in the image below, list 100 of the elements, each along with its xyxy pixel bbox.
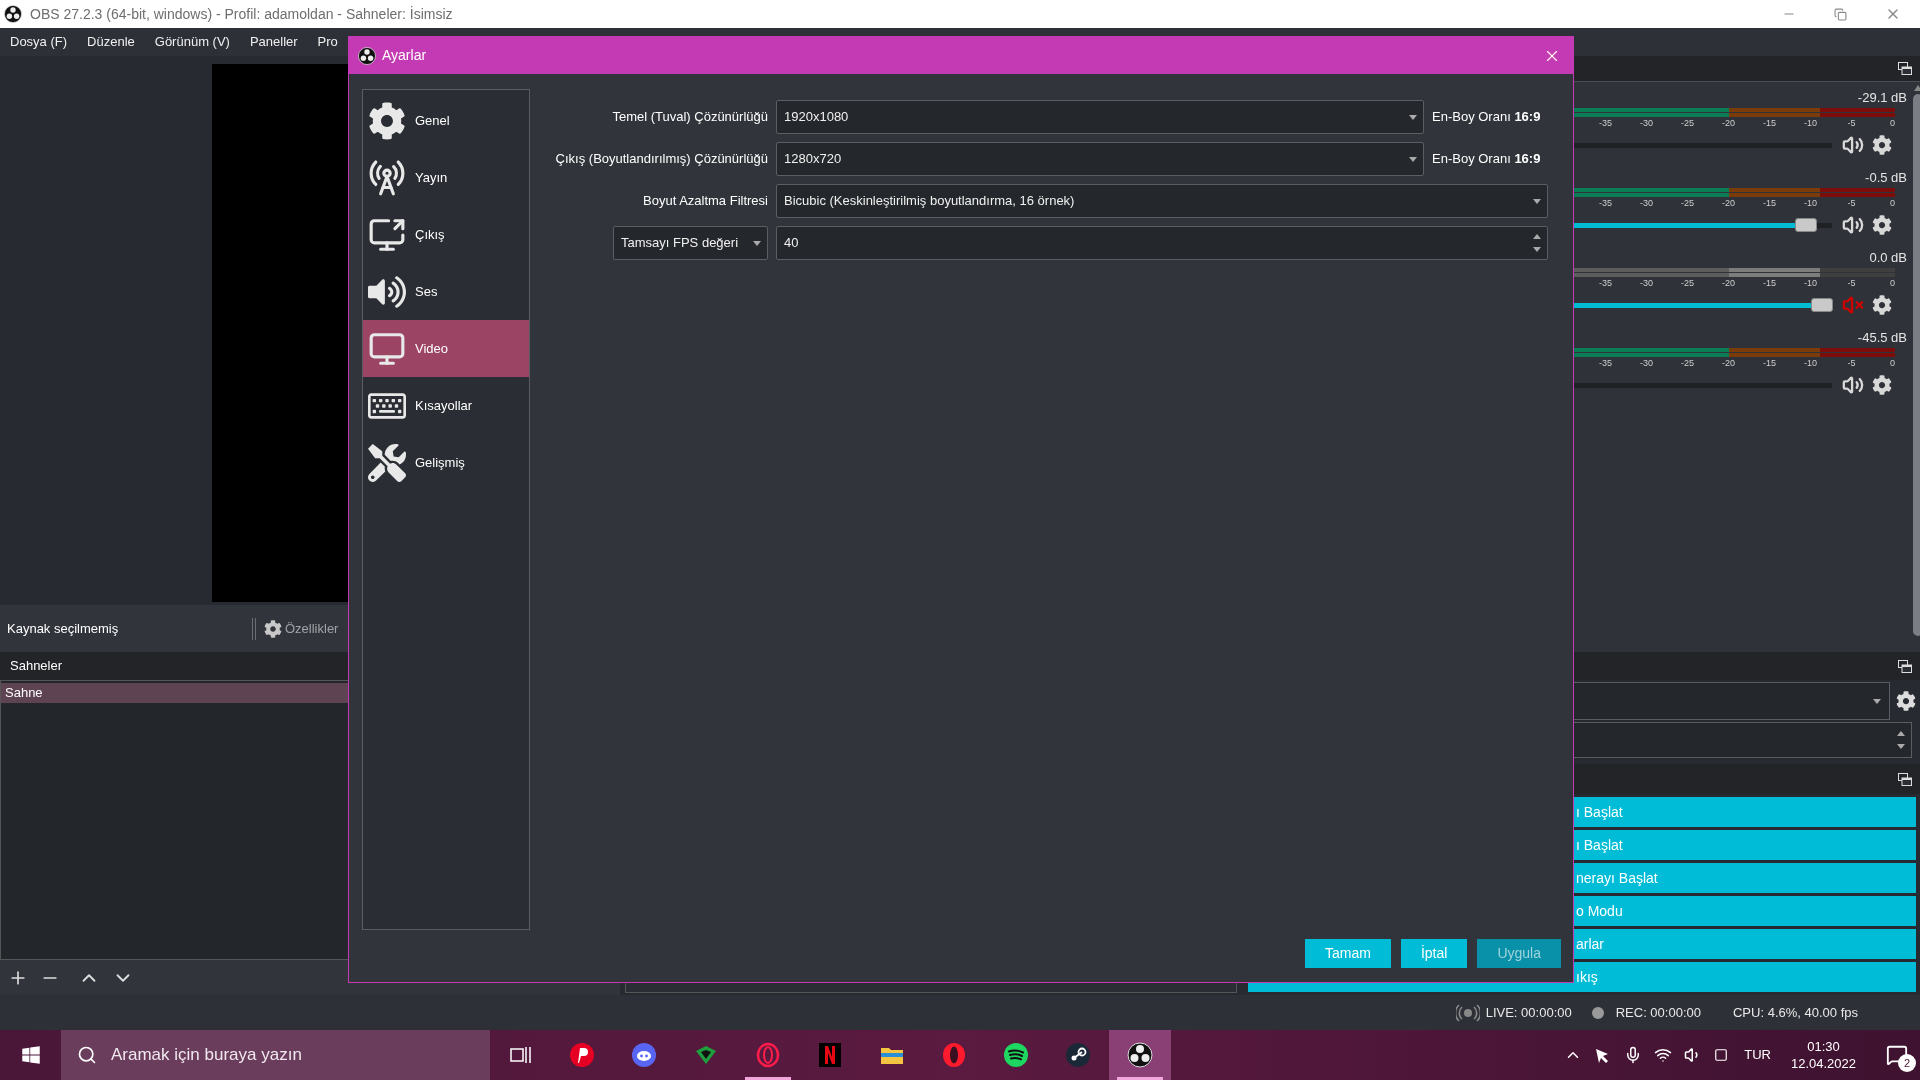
antenna-icon (368, 158, 406, 197)
scale-label: -20 (1721, 197, 1736, 210)
speaker-icon[interactable] (1842, 374, 1864, 396)
scale-label: -5 (1846, 117, 1857, 130)
gear-icon (264, 619, 282, 638)
category-item[interactable]: Çıkış (363, 206, 529, 263)
search-field[interactable]: Aramak için buraya yazın (61, 1030, 490, 1080)
restore-icon[interactable] (1834, 7, 1847, 21)
broadcast-icon (1455, 1003, 1480, 1022)
device-icon[interactable] (1714, 1048, 1729, 1062)
scale-label: 0 (1889, 277, 1896, 290)
scale-label: -25 (1680, 197, 1695, 210)
aspect-ratio-text: En-Boy Oranı 16:9 (1432, 108, 1542, 127)
mode-dropdown[interactable]: Tamsayı FPS değeri (613, 226, 768, 260)
language-indicator[interactable]: TUR (1744, 1045, 1771, 1065)
record-time: REC: 00:00:00 (1615, 1003, 1701, 1022)
cpu-usage: CPU: 4.6%, 40.00 fps (1733, 1003, 1858, 1022)
network-icon[interactable] (1654, 1046, 1673, 1064)
scale-label: -35 (1598, 277, 1613, 290)
dropdown-caret-icon (1533, 198, 1541, 204)
scale-label: -30 (1639, 357, 1654, 370)
scale-label: -5 (1846, 197, 1857, 210)
scale-label: -15 (1762, 357, 1777, 370)
dialog-title: Ayarlar (382, 46, 427, 65)
app-icon[interactable] (1065, 1042, 1091, 1068)
properties-button[interactable]: Özellikler (264, 618, 339, 639)
scale-label: -30 (1639, 277, 1654, 290)
menu-item[interactable]: Düzenle (81, 32, 141, 52)
speaker-icon[interactable] (1842, 134, 1864, 156)
scale-label: -15 (1762, 197, 1777, 210)
volume-slider[interactable] (1574, 218, 1832, 232)
spin-arrows-icon[interactable] (1897, 730, 1905, 750)
float-icon[interactable] (1898, 62, 1912, 75)
float-icon[interactable] (1898, 772, 1912, 786)
slider-thumb[interactable] (1810, 298, 1833, 312)
scale-label: -5 (1846, 277, 1857, 290)
category-item[interactable]: Gelişmiş (363, 434, 529, 491)
speaker-icon[interactable] (1842, 214, 1864, 236)
settings-icon[interactable] (1872, 215, 1892, 235)
app-icon[interactable] (569, 1042, 595, 1068)
clock-time: 01:30 (1807, 1038, 1840, 1055)
app-icon[interactable] (1003, 1042, 1029, 1068)
scale-label: -25 (1680, 357, 1695, 370)
menu-item[interactable]: Paneller (243, 32, 304, 52)
notification-count: 2 (1898, 1054, 1916, 1072)
live-time: LIVE: 00:00:00 (1485, 1003, 1572, 1022)
scale-label: -30 (1639, 197, 1654, 210)
db-reading: -0.5 dB (1865, 169, 1907, 186)
spin-arrows-icon[interactable] (1533, 233, 1541, 253)
scroll-up-icon[interactable] (1914, 85, 1920, 91)
scale-label: -30 (1639, 117, 1654, 130)
app-logo-icon (358, 46, 376, 65)
category-item[interactable]: Genel (363, 92, 529, 149)
aspect-ratio-text: En-Boy Oranı 16:9 (1432, 150, 1542, 169)
dropdown-caret-icon (1409, 114, 1417, 120)
float-icon[interactable] (1898, 659, 1912, 673)
menu-item[interactable]: Dosya (F) (4, 32, 74, 52)
category-item[interactable]: Video (363, 320, 529, 377)
field-label: Çıkış (Boyutlandırılmış) Çözünürlüğü (555, 150, 768, 169)
dropdown-field[interactable]: Bicubic (Keskinleştirilmiş boyutlandırma, 16 örnek) (776, 184, 1548, 218)
dropdown-field[interactable]: 1280x720 (776, 142, 1424, 176)
taskbar-app[interactable] (1109, 1030, 1171, 1080)
scale-label: -20 (1721, 277, 1736, 290)
dropdown-caret-icon (1409, 156, 1417, 162)
scale-label: -35 (1598, 197, 1613, 210)
no-source-label: Kaynak seçilmemiş (7, 619, 120, 638)
category-item[interactable]: Ses (363, 263, 529, 320)
start-icon[interactable] (20, 1045, 41, 1065)
scale-label: -20 (1721, 357, 1736, 370)
db-reading: 0.0 dB (1869, 249, 1907, 266)
category-item[interactable]: Kısayollar (363, 377, 529, 434)
field-label: Boyut Azaltma Filtresi (643, 192, 768, 211)
scale-label: -15 (1762, 117, 1777, 130)
scale-label: -10 (1803, 117, 1818, 130)
scale-label: 0 (1889, 197, 1896, 210)
menu-item[interactable]: Görünüm (V) (148, 32, 236, 52)
scale-label: -20 (1721, 117, 1736, 130)
scale-label: -35 (1598, 357, 1613, 370)
scale-label: 0 (1889, 117, 1896, 130)
menu-item[interactable]: Pro (311, 32, 344, 52)
field-label: Temel (Tuval) Çözünürlüğü (612, 108, 768, 127)
scale-label: -35 (1598, 117, 1613, 130)
running-indicator (745, 1077, 791, 1080)
task-view-icon[interactable] (509, 1045, 532, 1065)
settings-icon[interactable] (1872, 135, 1892, 155)
scale-label: -10 (1803, 357, 1818, 370)
search-icon (77, 1045, 97, 1065)
scale-label: -15 (1762, 277, 1777, 290)
db-reading: -45.5 dB (1857, 329, 1907, 346)
settings-icon[interactable] (1872, 295, 1892, 315)
dropdown-field[interactable]: 1920x1080 (776, 100, 1424, 134)
slider-thumb[interactable] (1795, 218, 1818, 232)
dropdown-caret-icon (1873, 698, 1881, 704)
app-icon[interactable] (631, 1042, 657, 1068)
category-item[interactable]: Yayın (363, 149, 529, 206)
number-field[interactable]: 40 (776, 226, 1548, 260)
settings-icon[interactable] (1872, 375, 1892, 395)
settings-icon[interactable] (1896, 691, 1916, 711)
volume-slider[interactable] (1574, 298, 1832, 312)
db-reading: -29.1 dB (1857, 89, 1907, 106)
